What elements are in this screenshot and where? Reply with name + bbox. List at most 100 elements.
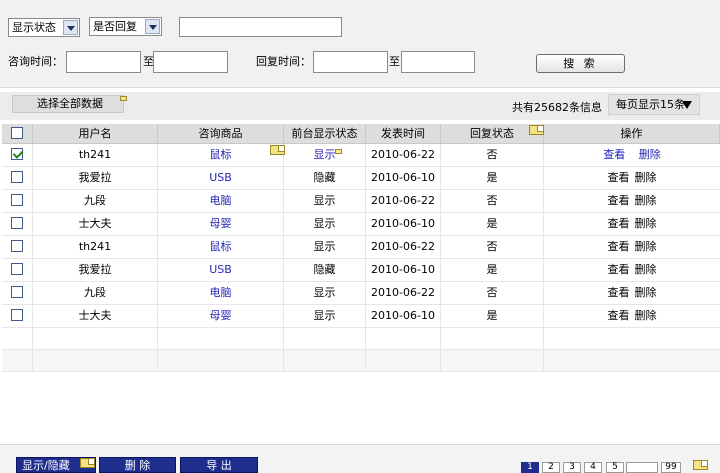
- select-all-button[interactable]: 选择全部数据: [12, 95, 124, 113]
- row-checkbox[interactable]: [11, 148, 23, 160]
- row-checkbox-cell: [2, 144, 33, 166]
- reply-select[interactable]: 是否回复: [89, 17, 162, 36]
- delete-link[interactable]: 删除: [635, 213, 657, 235]
- last-page-button[interactable]: 99: [661, 462, 681, 473]
- product-link[interactable]: 母婴: [210, 217, 232, 230]
- product-link[interactable]: 电脑: [210, 286, 232, 299]
- row-checkbox-cell: [2, 259, 33, 281]
- status-select-value: 显示状态: [12, 21, 56, 34]
- reply-cell: 否: [441, 144, 544, 166]
- empty-cell: [366, 350, 441, 371]
- empty-cell: [33, 350, 158, 371]
- page-number-input[interactable]: [626, 462, 658, 473]
- status-select[interactable]: 显示状态: [8, 18, 80, 37]
- consult-time-end-input[interactable]: [153, 51, 228, 73]
- reply-time-start-input[interactable]: [313, 51, 388, 73]
- date-cell: 2010-06-22: [366, 190, 441, 212]
- empty-cell: [284, 328, 366, 349]
- row-checkbox[interactable]: [11, 240, 23, 252]
- view-link[interactable]: 查看: [608, 305, 630, 327]
- empty-cell: [33, 328, 158, 349]
- row-checkbox-cell: [2, 167, 33, 189]
- view-link[interactable]: 查看: [608, 282, 630, 304]
- consult-time-start-input[interactable]: [66, 51, 141, 73]
- toggle-display-label: 显示/隐藏: [22, 459, 70, 472]
- table-row: 九段 电脑 显示 2010-06-22 否 查看 删除: [2, 282, 720, 305]
- reply-time-end-input[interactable]: [401, 51, 475, 73]
- date-cell: 2010-06-22: [366, 236, 441, 258]
- note-icon: [693, 460, 708, 470]
- page-button[interactable]: 2: [542, 462, 560, 473]
- display-cell: 显示: [284, 305, 366, 327]
- search-button[interactable]: 搜 索: [536, 54, 625, 73]
- row-checkbox[interactable]: [11, 309, 23, 321]
- product-cell: USB: [158, 259, 284, 281]
- display-cell: 隐藏: [284, 167, 366, 189]
- product-link[interactable]: USB: [209, 171, 232, 184]
- table-row: th241 鼠标 显示 2010-06-22 否 查看 删除: [2, 144, 720, 167]
- page-button[interactable]: 1: [521, 462, 539, 473]
- delete-link[interactable]: 删除: [635, 282, 657, 304]
- row-checkbox[interactable]: [11, 217, 23, 229]
- page-button[interactable]: 4: [584, 462, 602, 473]
- page-button[interactable]: 3: [563, 462, 581, 473]
- column-header: 回复状态: [441, 124, 544, 143]
- reply-cell: 是: [441, 167, 544, 189]
- select-all-checkbox[interactable]: [11, 127, 23, 139]
- product-cell: USB: [158, 167, 284, 189]
- triangle-down-icon: [682, 101, 692, 109]
- product-link[interactable]: 鼠标: [210, 240, 232, 253]
- product-link[interactable]: 母婴: [210, 309, 232, 322]
- row-checkbox[interactable]: [11, 194, 23, 206]
- view-link[interactable]: 查看: [608, 236, 630, 258]
- column-header-label: 回复状态: [470, 127, 514, 140]
- note-icon: [529, 125, 544, 135]
- column-header: 前台显示状态: [284, 124, 366, 143]
- column-header: 发表时间: [366, 124, 441, 143]
- data-table: 用户名 咨询商品 前台显示状态 发表时间 回复状态 操作 th241 鼠标 显示…: [2, 124, 720, 372]
- display-status-link[interactable]: 显示: [314, 148, 336, 161]
- date-cell: 2010-06-10: [366, 213, 441, 235]
- action-cell: 查看 删除: [544, 236, 720, 258]
- view-link[interactable]: 查看: [603, 144, 625, 166]
- delete-link[interactable]: 删除: [635, 236, 657, 258]
- empty-cell: [366, 328, 441, 349]
- delete-link[interactable]: 删除: [639, 144, 661, 166]
- delete-link[interactable]: 删除: [635, 167, 657, 189]
- export-button[interactable]: 导 出: [180, 457, 258, 473]
- delete-link[interactable]: 删除: [635, 259, 657, 281]
- delete-link[interactable]: 删除: [635, 305, 657, 327]
- action-cell: 查看 删除: [544, 167, 720, 189]
- view-link[interactable]: 查看: [608, 259, 630, 281]
- empty-cell: [158, 350, 284, 371]
- view-link[interactable]: 查看: [608, 213, 630, 235]
- empty-row: [2, 328, 720, 350]
- table-row: 士大夫 母婴 显示 2010-06-10 是 查看 删除: [2, 213, 720, 236]
- product-cell: 母婴: [158, 305, 284, 327]
- reply-cell: 否: [441, 190, 544, 212]
- product-link[interactable]: 鼠标: [210, 148, 232, 161]
- row-checkbox-cell: [2, 190, 33, 212]
- page-button[interactable]: 5: [606, 462, 624, 473]
- view-link[interactable]: 查看: [608, 190, 630, 212]
- date-cell: 2010-06-22: [366, 144, 441, 166]
- row-checkbox[interactable]: [11, 171, 23, 183]
- product-link[interactable]: 电脑: [210, 194, 232, 207]
- delete-link[interactable]: 删除: [635, 190, 657, 212]
- date-cell: 2010-06-10: [366, 167, 441, 189]
- note-icon: [335, 149, 342, 154]
- note-icon: [120, 96, 127, 101]
- view-link[interactable]: 查看: [608, 167, 630, 189]
- table-header: 用户名 咨询商品 前台显示状态 发表时间 回复状态 操作: [2, 124, 720, 144]
- per-page-dropdown[interactable]: 每页显示15条: [608, 94, 700, 115]
- user-cell: 士大夫: [33, 305, 158, 327]
- keyword-input[interactable]: [179, 17, 342, 37]
- delete-button[interactable]: 删 除: [99, 457, 176, 473]
- reply-select-value: 是否回复: [93, 20, 137, 33]
- row-checkbox[interactable]: [11, 263, 23, 275]
- row-checkbox-cell: [2, 213, 33, 235]
- product-link[interactable]: USB: [209, 263, 232, 276]
- user-cell: 九段: [33, 282, 158, 304]
- row-checkbox[interactable]: [11, 286, 23, 298]
- display-cell: 显示: [284, 213, 366, 235]
